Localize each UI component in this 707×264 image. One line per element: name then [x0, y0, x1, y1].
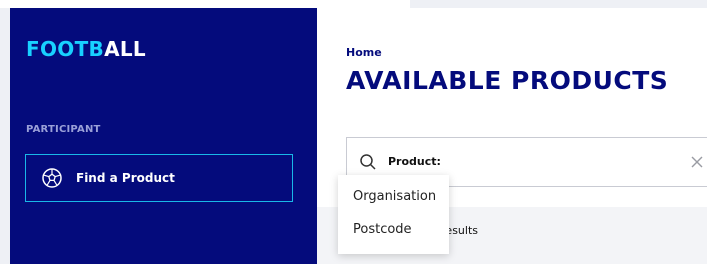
dropdown-option-organisation[interactable]: Organisation	[353, 189, 436, 204]
search-icon	[359, 153, 377, 171]
page-title: AVAILABLE PRODUCTS	[346, 66, 669, 95]
football-icon	[40, 166, 64, 190]
logo[interactable]: FOOTBALL	[26, 37, 146, 61]
top-strip	[0, 0, 410, 8]
sidebar-item-label: Find a Product	[76, 171, 175, 185]
section-label-participant: PARTICIPANT	[26, 124, 101, 135]
top-strip-right	[410, 0, 707, 8]
sidebar-item-find-product[interactable]: Find a Product	[25, 154, 293, 202]
search-filter-dropdown: Organisation Postcode	[338, 175, 449, 254]
logo-part-2: ALL	[104, 37, 146, 61]
close-icon[interactable]	[688, 153, 706, 171]
logo-part-1: FOOTB	[26, 37, 105, 61]
breadcrumb[interactable]: Home	[346, 46, 382, 59]
dropdown-option-postcode[interactable]: Postcode	[353, 222, 412, 237]
search-prefix-label: Product:	[388, 155, 441, 168]
